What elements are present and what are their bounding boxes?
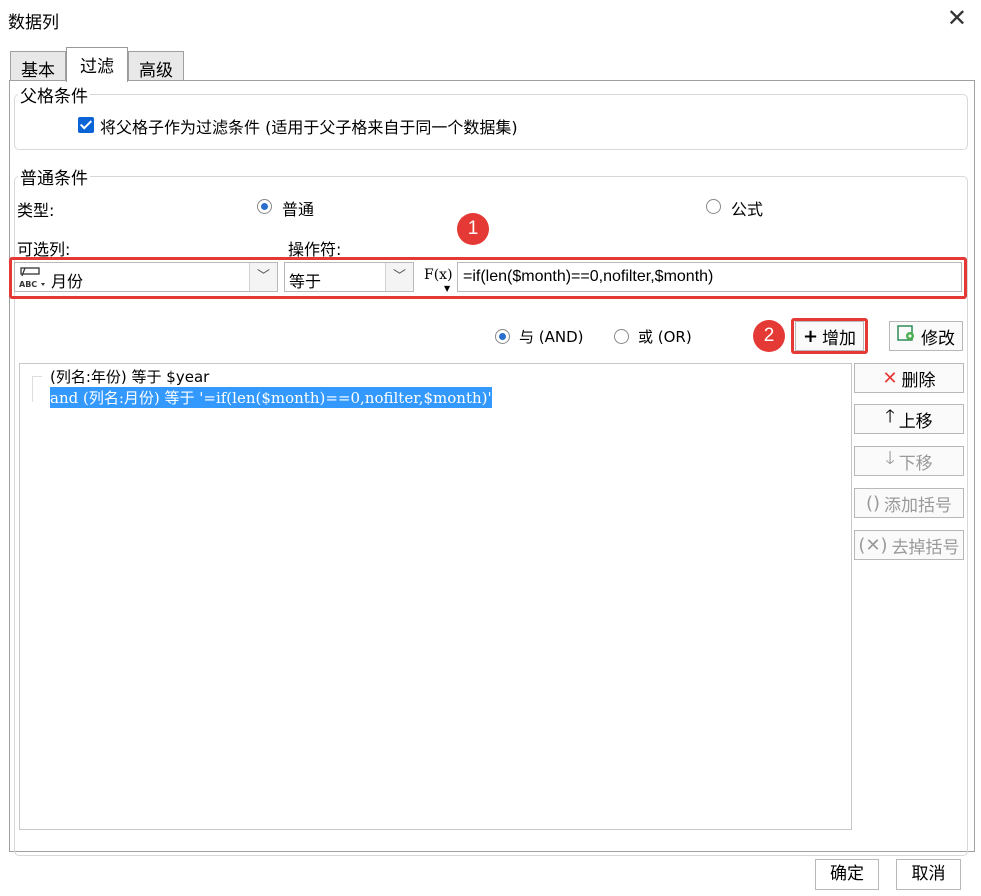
type-normal-radio[interactable] — [257, 199, 272, 214]
delete-button[interactable]: ✕ 删除 — [854, 363, 964, 393]
logic-and-radio[interactable] — [495, 329, 510, 344]
logic-or-label: 或 (OR) — [638, 328, 692, 346]
add-button-label: 增加 — [822, 328, 857, 349]
window-title: 数据列 — [8, 13, 59, 33]
close-icon[interactable]: ✕ — [947, 6, 967, 30]
title-bar: 数据列 ✕ — [0, 0, 981, 38]
bracket-icon: () — [865, 492, 881, 514]
type-label: 类型: — [17, 201, 55, 220]
normal-condition-title: 普通条件 — [18, 164, 90, 189]
column-select-value: 月份 — [51, 272, 84, 291]
parent-condition-title: 父格条件 — [18, 82, 90, 107]
tree-connector — [32, 376, 42, 402]
dropdown-arrow-icon: ▼ — [444, 284, 451, 293]
remove-bracket-button[interactable]: (✕) 去掉括号 — [854, 530, 964, 560]
formula-icon-text: F(x) — [424, 267, 453, 283]
annotation-badge-2: 2 — [753, 320, 785, 352]
add-bracket-button[interactable]: () 添加括号 — [854, 488, 964, 518]
formula-editor-icon[interactable]: F(x) ▼ — [424, 264, 454, 293]
remove-bracket-icon: (✕) — [858, 534, 888, 556]
chevron-down-icon[interactable]: ﹀ — [249, 263, 277, 291]
type-normal-label: 普通 — [282, 200, 315, 219]
move-up-button[interactable]: 🡑 上移 — [854, 404, 964, 434]
cancel-button[interactable]: 取消 — [896, 859, 961, 890]
modify-button-label: 修改 — [921, 328, 955, 349]
ok-button[interactable]: 确定 — [815, 859, 879, 890]
modify-button[interactable]: 修改 — [889, 321, 963, 351]
delete-button-label: 删除 — [901, 370, 936, 391]
move-up-button-label: 上移 — [898, 411, 933, 432]
type-formula-radio[interactable] — [706, 199, 721, 214]
formula-value-field[interactable]: =if(len($month)==0,nofilter,$month) — [457, 262, 962, 292]
move-down-button[interactable]: 🡓 下移 — [854, 446, 964, 476]
list-item[interactable]: (列名:年份) 等于 $year — [50, 366, 209, 387]
list-item-selected[interactable]: and (列名:月份) 等于 '=if(len($month)==0,nofil… — [50, 387, 492, 408]
operator-select[interactable]: 等于 ﹀ — [284, 262, 414, 292]
tab-basic[interactable]: 基本 — [10, 51, 66, 81]
logic-or-radio[interactable] — [614, 329, 629, 344]
edit-icon — [897, 324, 917, 348]
tab-advanced[interactable]: 高级 — [128, 51, 184, 81]
annotation-badge-1: 1 — [457, 213, 489, 245]
column-select[interactable]: ABC 月份 ﹀ — [14, 262, 278, 292]
plus-icon: + — [802, 325, 819, 347]
parent-filter-checkbox-label: 将父格子作为过滤条件 (适用于父子格来自于同一个数据集) — [100, 118, 518, 137]
tab-filter[interactable]: 过滤 — [66, 47, 128, 82]
operator-select-value: 等于 — [289, 272, 322, 291]
column-type-icon[interactable]: ABC — [17, 266, 47, 290]
arrow-down-icon: 🡓 — [885, 448, 895, 469]
list-item-text: (列名:年份) 等于 $year — [50, 368, 210, 386]
arrow-up-icon: 🡑 — [885, 406, 895, 427]
remove-bracket-button-label: 去掉括号 — [891, 537, 960, 558]
list-item-text: and (列名:月份) 等于 '=if(len($month)==0,nofil… — [50, 389, 492, 407]
formula-value-text: =if(len($month)==0,nofilter,$month) — [463, 268, 714, 285]
parent-filter-checkbox[interactable] — [78, 117, 94, 133]
logic-and-label: 与 (AND) — [519, 328, 584, 346]
delete-x-icon: ✕ — [882, 367, 898, 389]
svg-text:ABC: ABC — [19, 280, 37, 289]
add-button[interactable]: + 增加 — [795, 321, 864, 351]
add-bracket-button-label: 添加括号 — [884, 495, 953, 516]
chevron-down-icon[interactable]: ﹀ — [385, 263, 413, 291]
move-down-button-label: 下移 — [898, 453, 933, 474]
type-formula-label: 公式 — [731, 200, 764, 219]
conditions-list[interactable]: (列名:年份) 等于 $year and (列名:月份) 等于 '=if(len… — [19, 363, 852, 830]
